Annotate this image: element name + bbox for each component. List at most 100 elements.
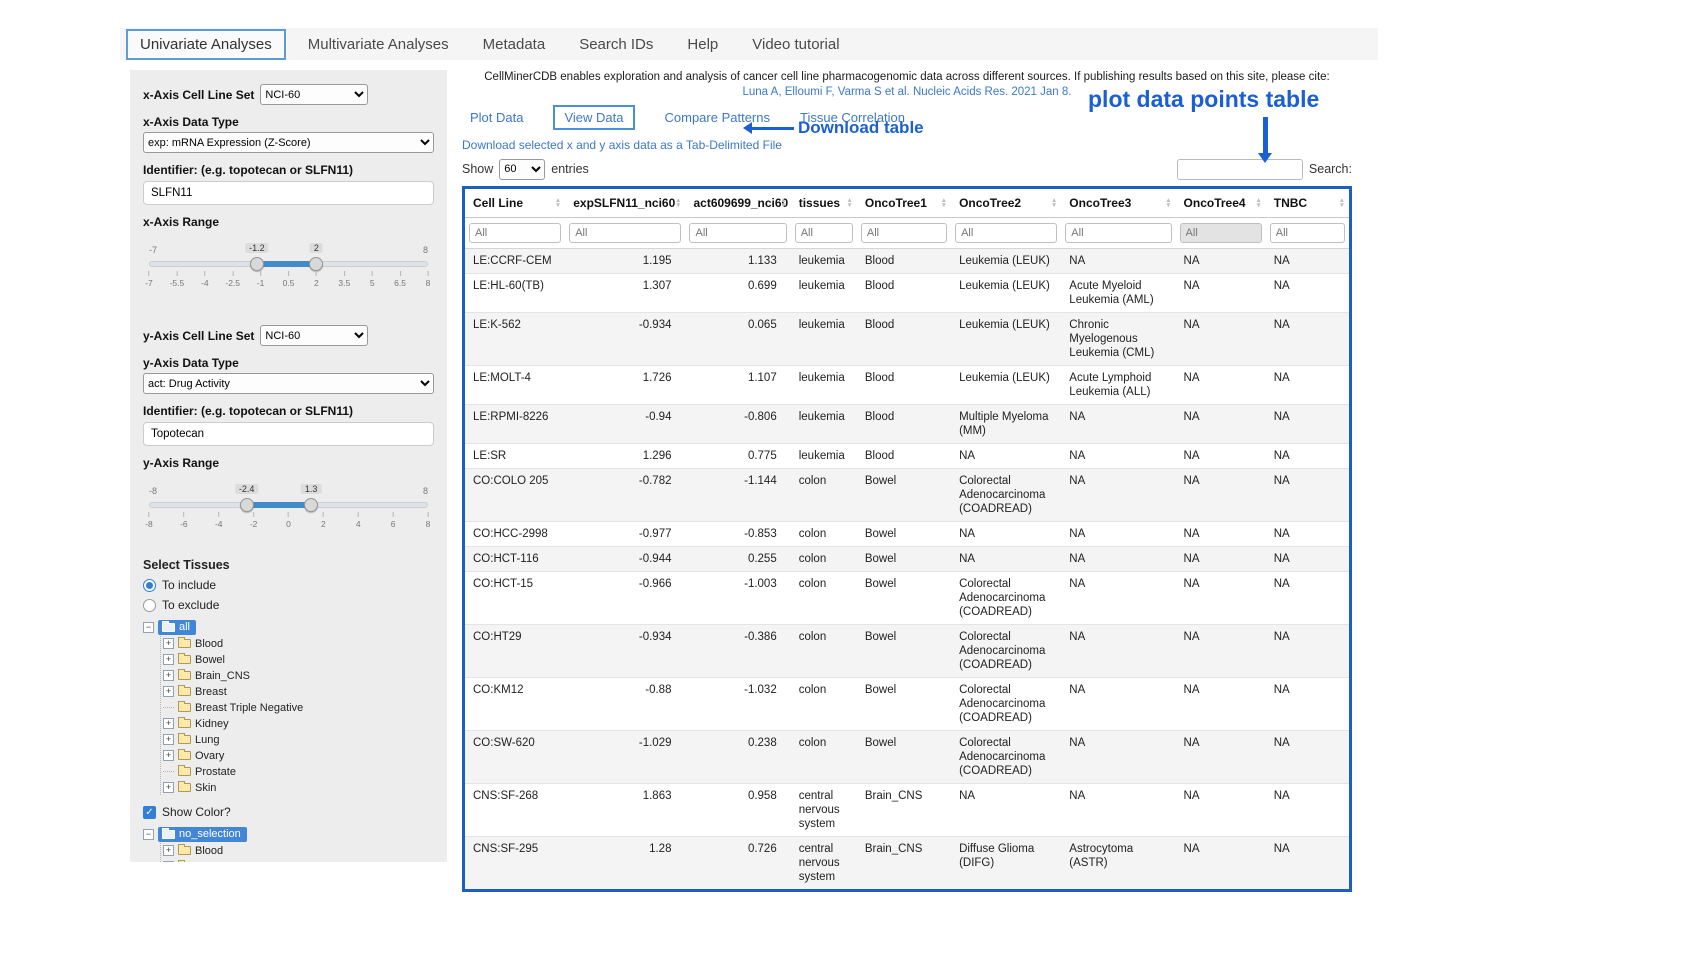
expand-icon[interactable]: +	[163, 638, 174, 649]
nav-tab-video-tutorial[interactable]: Video tutorial	[740, 31, 851, 58]
table-row[interactable]: LE:CCRF-CEM1.1951.133leukemiaBloodLeukem…	[465, 248, 1349, 273]
tree-root-all[interactable]: − all	[143, 620, 434, 635]
expand-icon[interactable]: +	[163, 861, 174, 862]
table-search-input[interactable]	[1177, 159, 1303, 180]
nav-tab-metadata[interactable]: Metadata	[471, 31, 558, 58]
x-data-type-select[interactable]: exp: mRNA Expression (Z-Score)	[143, 132, 434, 153]
x-range-slider[interactable]: -78-1.22-7-5.5-4-2.5-10.523.556.58	[149, 249, 428, 299]
tree-root-no-selection[interactable]: − no_selection	[143, 827, 434, 842]
tree-item-lung[interactable]: +Lung	[163, 732, 434, 747]
table-row[interactable]: CO:HCC-2998-0.977-0.853colonBowelNANANAN…	[465, 522, 1349, 547]
column-header-tissues[interactable]: tissues▲▼	[791, 189, 857, 218]
expand-icon[interactable]: +	[163, 782, 174, 793]
tree-item-prostate[interactable]: Prostate	[163, 764, 434, 779]
tree-item-bowel[interactable]: +Bowel	[163, 859, 434, 862]
table-cell: CO:HCT-116	[465, 547, 565, 572]
y-cell-line-set-select[interactable]: NCI-60	[260, 325, 368, 346]
tree-item-blood[interactable]: +Blood	[163, 636, 434, 651]
column-header-oncotree3[interactable]: OncoTree3▲▼	[1061, 189, 1175, 218]
sort-icon[interactable]: ▲▼	[555, 198, 561, 208]
table-cell: leukemia	[791, 248, 857, 273]
tab-view-data[interactable]: View Data	[553, 105, 634, 130]
download-tsv-link[interactable]: Download selected x and y axis data as a…	[462, 138, 782, 152]
column-header-oncotree2[interactable]: OncoTree2▲▼	[951, 189, 1061, 218]
filter-input-tissues[interactable]	[795, 223, 853, 243]
sort-icon[interactable]: ▲▼	[941, 198, 947, 208]
tree-item-breast[interactable]: +Breast	[163, 684, 434, 699]
nav-tab-search-ids[interactable]: Search IDs	[567, 31, 665, 58]
tree-item-bowel[interactable]: +Bowel	[163, 652, 434, 667]
filter-input-oncotree4[interactable]	[1180, 223, 1262, 243]
x-cell-line-set-select[interactable]: NCI-60	[260, 84, 368, 105]
expand-icon[interactable]: +	[163, 734, 174, 745]
sort-icon[interactable]: ▲▼	[1255, 198, 1261, 208]
nav-tab-help[interactable]: Help	[675, 31, 730, 58]
tissues-include-radio[interactable]: To include	[143, 578, 434, 592]
checkbox-checked-icon: ✓	[143, 806, 156, 819]
table-row[interactable]: CO:HCT-116-0.9440.255colonBowelNANANANA	[465, 547, 1349, 572]
tissues-exclude-radio[interactable]: To exclude	[143, 598, 434, 612]
tree-item-blood[interactable]: +Blood	[163, 843, 434, 858]
expand-icon[interactable]: +	[163, 750, 174, 761]
filter-input-cell-line[interactable]	[469, 223, 561, 243]
expand-icon[interactable]: +	[163, 845, 174, 856]
table-row[interactable]: CO:SW-620-1.0290.238colonBowelColorectal…	[465, 731, 1349, 784]
range-handle-low[interactable]	[240, 498, 254, 512]
range-handle-low[interactable]	[250, 257, 264, 271]
column-header-cell-line[interactable]: Cell Line▲▼	[465, 189, 565, 218]
tree-item-breast-triple-negative[interactable]: Breast Triple Negative	[163, 700, 434, 715]
nav-tab-multivariate-analyses[interactable]: Multivariate Analyses	[296, 31, 461, 58]
collapse-icon[interactable]: −	[143, 622, 154, 633]
table-row[interactable]: LE:RPMI-8226-0.94-0.806leukemiaBloodMult…	[465, 405, 1349, 444]
table-row[interactable]: LE:HL-60(TB)1.3070.699leukemiaBloodLeuke…	[465, 273, 1349, 312]
sort-icon[interactable]: ▲▼	[1051, 198, 1057, 208]
expand-icon[interactable]: +	[163, 718, 174, 729]
expand-icon[interactable]: +	[163, 654, 174, 665]
sort-icon[interactable]: ▲▼	[780, 198, 786, 208]
filter-input-oncotree2[interactable]	[955, 223, 1057, 243]
table-cell: LE:SR	[465, 444, 565, 469]
y-range-slider[interactable]: -88-2.41.3-8-6-4-202468	[149, 490, 428, 540]
table-row[interactable]: CO:COLO 205-0.782-1.144colonBowelColorec…	[465, 469, 1349, 522]
filter-input-expslfn11-nci60[interactable]	[569, 223, 681, 243]
table-row[interactable]: CNS:SF-2951.280.726central nervous syste…	[465, 837, 1349, 890]
table-cell: NA	[1061, 625, 1175, 678]
column-header-expslfn11-nci60[interactable]: expSLFN11_nci60▲▼	[565, 189, 685, 218]
y-identifier-input[interactable]	[143, 422, 434, 446]
column-header-tnbc[interactable]: TNBC▲▼	[1266, 189, 1349, 218]
table-row[interactable]: CNS:SF-2681.8630.958central nervous syst…	[465, 784, 1349, 837]
y-data-type-select[interactable]: act: Drug Activity	[143, 373, 434, 394]
show-color-checkbox[interactable]: ✓ Show Color?	[143, 805, 434, 819]
table-row[interactable]: LE:SR1.2960.775leukemiaBloodNANANANA	[465, 444, 1349, 469]
filter-input-oncotree3[interactable]	[1065, 223, 1171, 243]
range-handle-high[interactable]	[304, 498, 318, 512]
table-cell: leukemia	[791, 366, 857, 405]
table-row[interactable]: LE:K-562-0.9340.065leukemiaBloodLeukemia…	[465, 312, 1349, 365]
tree-item-brain-cns[interactable]: +Brain_CNS	[163, 668, 434, 683]
sort-icon[interactable]: ▲▼	[1165, 198, 1171, 208]
table-row[interactable]: LE:MOLT-41.7261.107leukemiaBloodLeukemia…	[465, 366, 1349, 405]
filter-input-act609699-nci60[interactable]	[689, 223, 786, 243]
column-header-act609699-nci60[interactable]: act609699_nci60▲▼	[685, 189, 790, 218]
nav-tab-univariate-analyses[interactable]: Univariate Analyses	[126, 29, 286, 60]
entries-select[interactable]: 60	[499, 159, 545, 180]
table-row[interactable]: CO:HCT-15-0.966-1.003colonBowelColorecta…	[465, 572, 1349, 625]
sort-icon[interactable]: ▲▼	[846, 198, 852, 208]
tree-item-skin[interactable]: +Skin	[163, 780, 434, 795]
sort-icon[interactable]: ▲▼	[675, 198, 681, 208]
filter-input-tnbc[interactable]	[1270, 223, 1345, 243]
table-row[interactable]: CO:KM12-0.88-1.032colonBowelColorectal A…	[465, 678, 1349, 731]
column-header-oncotree1[interactable]: OncoTree1▲▼	[857, 189, 951, 218]
tab-plot-data[interactable]: Plot Data	[470, 110, 523, 125]
tree-item-ovary[interactable]: +Ovary	[163, 748, 434, 763]
expand-icon[interactable]: +	[163, 686, 174, 697]
range-handle-high[interactable]	[309, 257, 323, 271]
expand-icon[interactable]: +	[163, 670, 174, 681]
filter-input-oncotree1[interactable]	[861, 223, 947, 243]
collapse-icon[interactable]: −	[143, 829, 154, 840]
sort-icon[interactable]: ▲▼	[1339, 198, 1345, 208]
column-header-oncotree4[interactable]: OncoTree4▲▼	[1176, 189, 1266, 218]
x-identifier-input[interactable]	[143, 181, 434, 205]
tree-item-kidney[interactable]: +Kidney	[163, 716, 434, 731]
table-row[interactable]: CO:HT29-0.934-0.386colonBowelColorectal …	[465, 625, 1349, 678]
